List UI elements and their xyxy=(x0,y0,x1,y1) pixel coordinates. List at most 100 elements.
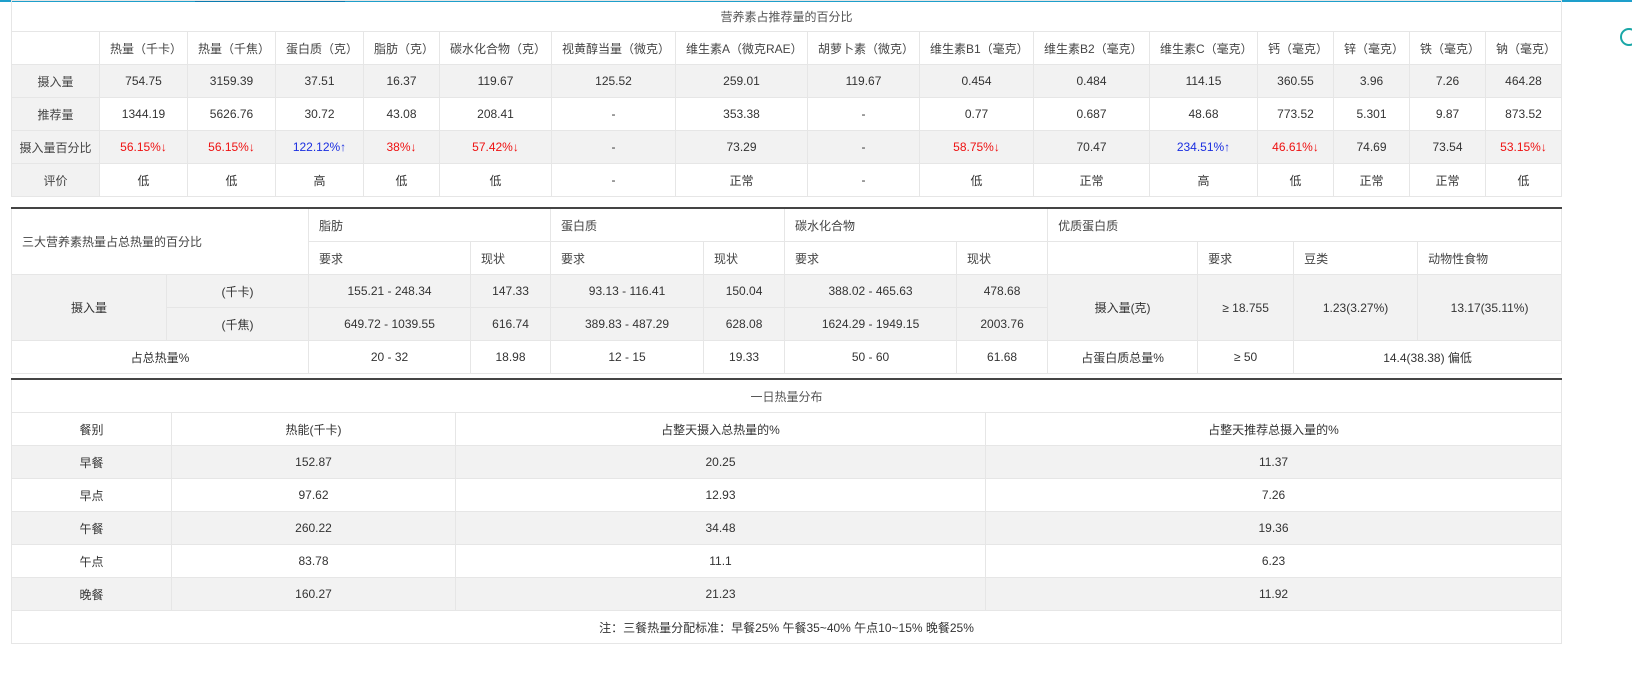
protein-now-kj: 628.08 xyxy=(703,307,786,341)
table-cell: 5626.76 xyxy=(187,97,276,131)
pct-label: 占总热量% xyxy=(10,340,310,374)
column-header: 热能(千卡) xyxy=(171,412,456,446)
table-row: 早餐 152.87 20.25 11.37 xyxy=(11,445,1563,479)
carb-status-header: 现状 xyxy=(956,241,1049,275)
carb-now-kj: 2003.76 xyxy=(956,307,1049,341)
table-cell: 152.87 xyxy=(171,445,456,479)
table-cell: 48.68 xyxy=(1149,97,1258,131)
column-header: 维生素C（毫克） xyxy=(1149,31,1258,65)
carb-req-kcal: 388.02 - 465.63 xyxy=(784,274,958,308)
table-cell: 3159.39 xyxy=(187,64,276,98)
meal-energy-table: 一日热量分布 餐别 热能(千卡) 占整天摄入总热量的% 占整天推荐总摄入量的% 早餐 15… xyxy=(10,378,1563,644)
fat-req-kj: 649.72 - 1039.55 xyxy=(308,307,472,341)
table-cell: 234.51%↑ xyxy=(1149,130,1258,164)
table-cell: 773.52 xyxy=(1257,97,1334,131)
table-cell: 34.48 xyxy=(455,511,986,545)
table-cell: 119.67 xyxy=(807,64,920,98)
table-cell: 高 xyxy=(1149,163,1258,197)
qp-animal-value: 13.17(35.11%) xyxy=(1417,274,1563,341)
column-header: 餐别 xyxy=(11,412,172,446)
column-header: 热量（千卡） xyxy=(99,31,188,65)
qp-intake-label: 摄入量(克) xyxy=(1047,274,1199,341)
fat-group-header: 脂肪 xyxy=(308,207,552,242)
table-cell: 低 xyxy=(363,163,440,197)
table-cell: 5.301 xyxy=(1333,97,1410,131)
table-cell: - xyxy=(807,130,920,164)
table-cell: 122.12%↑ xyxy=(275,130,364,164)
table-cell: 16.37 xyxy=(363,64,440,98)
table-row: 摄入量 754.75 3159.39 37.51 16.37 119.67 125.52 25… xyxy=(11,64,1563,98)
column-header: 占整天推荐总摄入量的% xyxy=(984,412,1563,446)
table-cell: 97.62 xyxy=(171,478,456,512)
column-header: 钙（毫克） xyxy=(1257,31,1334,65)
meal-name: 午点 xyxy=(11,544,172,578)
carb-req-kj: 1624.29 - 1949.15 xyxy=(784,307,958,341)
column-header: 胡萝卜素（微克） xyxy=(807,31,920,65)
table-cell: 21.23 xyxy=(455,577,986,611)
row-header: 摄入量 xyxy=(11,64,100,98)
table-cell: 正常 xyxy=(1333,163,1410,197)
protein-status-header: 现状 xyxy=(703,241,786,275)
table-title: 营养素占推荐量的百分比 xyxy=(10,0,1563,32)
fat-now-kj: 616.74 xyxy=(470,307,552,341)
table-cell: 11.37 xyxy=(984,445,1563,479)
macro-energy-table: 三大营养素热量占总热量的百分比 脂肪 蛋白质 碳水化合物 优质蛋白质 要求 现状… xyxy=(10,207,1563,374)
table-cell: 83.78 xyxy=(171,544,456,578)
table-cell: - xyxy=(551,163,676,197)
table-cell: 12.93 xyxy=(455,478,986,512)
fat-req-kcal: 155.21 - 248.34 xyxy=(308,274,472,308)
table-cell: 73.54 xyxy=(1409,130,1486,164)
table-cell: 低 xyxy=(1257,163,1334,197)
table-cell: 6.23 xyxy=(984,544,1563,578)
table-row: 推荐量 1344.19 5626.76 30.72 43.08 208.41-353.38… xyxy=(11,97,1563,131)
protein-group-header: 蛋白质 xyxy=(550,207,786,242)
table-cell: 119.67 xyxy=(439,64,552,98)
quality-protein-group-header: 优质蛋白质 xyxy=(1047,207,1563,242)
nutrient-percentage-table: 营养素占推荐量的百分比 热量（千卡） 热量（千焦） 蛋白质（克） 脂肪（克） 碳水化合物… xyxy=(10,0,1563,197)
meal-note: 注：三餐热量分配标准：早餐25% 午餐35~40% 午点10~15% 晚餐25% xyxy=(10,610,1563,644)
qp-req-header: 要求 xyxy=(1197,241,1295,275)
table-cell: - xyxy=(551,97,676,131)
table-cell: 3.96 xyxy=(1333,64,1410,98)
table-row: 晚餐 160.27 21.23 11.92 xyxy=(11,577,1563,611)
protein-req-pct: 12 - 15 xyxy=(550,340,705,374)
qp-intake-req: ≥ 18.755 xyxy=(1197,274,1295,341)
table-cell: 43.08 xyxy=(363,97,440,131)
meal-name: 晚餐 xyxy=(11,577,172,611)
table-cell: 57.42%↓ xyxy=(439,130,552,164)
column-header: 碳水化合物（克） xyxy=(439,31,552,65)
column-header: 视黄醇当量（微克） xyxy=(551,31,676,65)
row-header: 摄入量百分比 xyxy=(11,130,100,164)
table-cell: 125.52 xyxy=(551,64,676,98)
table-cell: 208.41 xyxy=(439,97,552,131)
table-cell: 873.52 xyxy=(1484,97,1563,131)
table-cell: 58.75%↓ xyxy=(919,130,1034,164)
table-cell: 9.87 xyxy=(1409,97,1486,131)
carb-group-header: 碳水化合物 xyxy=(784,207,1049,242)
protein-req-kcal: 93.13 - 116.41 xyxy=(550,274,705,308)
protein-now-pct: 19.33 xyxy=(703,340,786,374)
table-cell: 56.15%↓ xyxy=(99,130,188,164)
table-cell: 19.36 xyxy=(984,511,1563,545)
column-header: 维生素B2（毫克） xyxy=(1033,31,1150,65)
column-header: 占整天摄入总热量的% xyxy=(455,412,986,446)
scroll-handle[interactable] xyxy=(1620,28,1632,46)
qp-animal-header: 动物性食物 xyxy=(1417,241,1563,275)
table-cell: 7.26 xyxy=(1409,64,1486,98)
table-cell: 正常 xyxy=(1409,163,1486,197)
table-cell: 260.22 xyxy=(171,511,456,545)
table-cell: 低 xyxy=(99,163,188,197)
table-cell: 46.61%↓ xyxy=(1257,130,1334,164)
column-header: 锌（毫克） xyxy=(1333,31,1410,65)
table-cell: 0.77 xyxy=(919,97,1034,131)
qp-pct-req: ≥ 50 xyxy=(1197,340,1295,374)
table-cell: 37.51 xyxy=(275,64,364,98)
table-cell: 高 xyxy=(275,163,364,197)
table-cell: 464.28 xyxy=(1484,64,1563,98)
fat-req-pct: 20 - 32 xyxy=(308,340,472,374)
fat-req-header: 要求 xyxy=(308,241,472,275)
fat-now-pct: 18.98 xyxy=(470,340,552,374)
table-cell: 11.1 xyxy=(455,544,986,578)
carb-req-pct: 50 - 60 xyxy=(784,340,958,374)
table-cell: 0.687 xyxy=(1033,97,1150,131)
